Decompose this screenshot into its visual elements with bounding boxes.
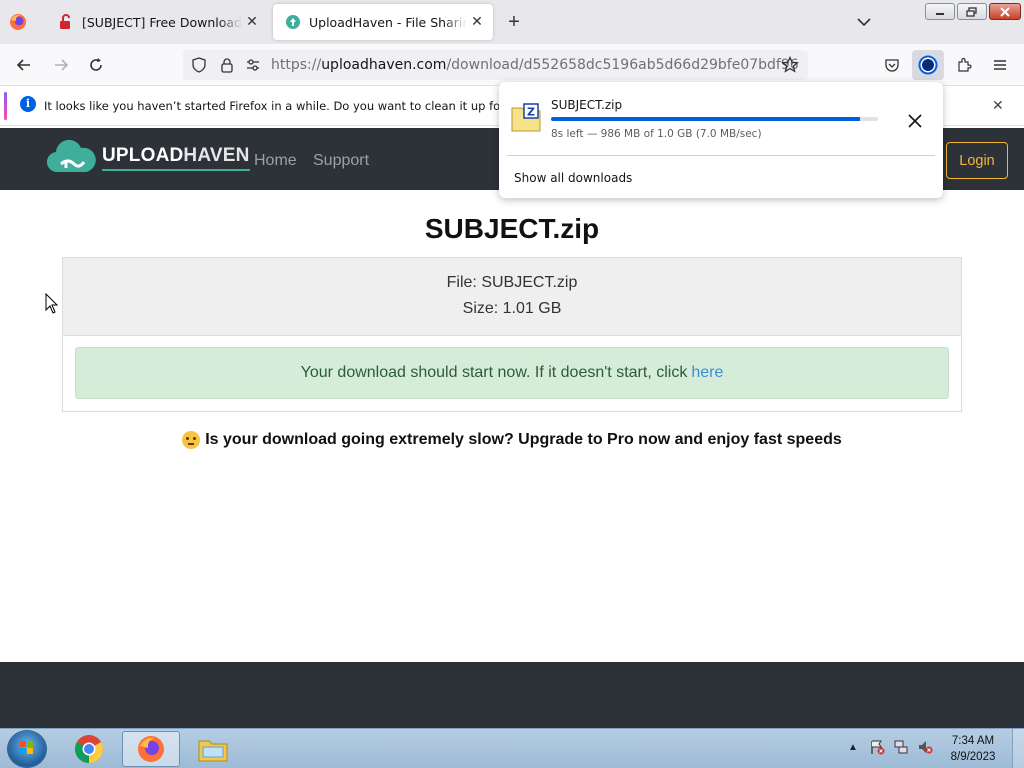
forward-arrow-icon	[55, 59, 69, 71]
nav-home-link[interactable]: Home	[254, 152, 297, 170]
puzzle-piece-icon	[958, 57, 972, 72]
logo-upload: UPLOAD	[102, 145, 184, 166]
download-started-alert: Your download should start now. If it do…	[75, 347, 949, 399]
downloads-button[interactable]	[912, 50, 944, 80]
clock-time: 7:34 AM	[951, 735, 995, 747]
logo-text: UPLOADHAVEN	[102, 145, 250, 171]
page-title: SUBJECT.zip	[424, 213, 600, 244]
windows-logo-icon	[20, 741, 33, 754]
site-footer	[0, 662, 1024, 728]
panel-divider	[507, 155, 935, 156]
tab-title: [SUBJECT] Free Download » STE	[82, 14, 242, 30]
app-menu-button[interactable]	[990, 55, 1010, 75]
chevron-down-icon[interactable]	[854, 12, 874, 32]
download-progress-icon	[918, 55, 938, 75]
upgrade-pro-banner: Is your download going extremely slow? U…	[0, 431, 1024, 449]
system-tray: ▲	[845, 739, 933, 755]
tab-strip: [SUBJECT] Free Download » STE ✕ UploadHa…	[0, 0, 1024, 44]
svg-text:Z: Z	[527, 106, 535, 119]
logo-haven: HAVEN	[183, 145, 250, 166]
reload-icon	[90, 58, 102, 71]
close-icon	[1000, 6, 1010, 17]
lock-icon[interactable]	[219, 57, 235, 73]
url-host: uploadhaven.com	[321, 57, 447, 73]
notification-message: It looks like you haven’t started Firefo…	[44, 99, 549, 113]
manual-download-link[interactable]: here	[691, 364, 723, 382]
restore-icon	[966, 6, 977, 17]
action-center-flag-icon[interactable]	[869, 739, 885, 755]
hamburger-menu-icon	[994, 60, 1006, 70]
window-controls	[925, 3, 1021, 20]
pocket-icon	[885, 59, 899, 72]
info-icon: i	[20, 96, 36, 112]
permissions-icon[interactable]	[245, 57, 261, 73]
restore-button[interactable]	[957, 3, 987, 20]
show-hidden-icons-icon[interactable]: ▲	[845, 739, 861, 755]
download-status: 8s left — 986 MB of 1.0 GB (7.0 MB/sec)	[551, 128, 762, 140]
taskbar-chrome[interactable]	[60, 731, 118, 767]
file-info-card: File: SUBJECT.zip Size: 1.01 GB Your dow…	[62, 257, 962, 412]
window-close-button[interactable]	[989, 3, 1021, 20]
forward-button[interactable]	[51, 55, 71, 75]
close-tab-icon[interactable]: ✕	[242, 12, 262, 32]
chrome-icon	[75, 735, 103, 763]
folder-icon	[198, 740, 228, 762]
pocket-button[interactable]	[882, 55, 902, 75]
back-arrow-icon	[16, 59, 30, 71]
bookmark-star-icon[interactable]	[781, 56, 799, 74]
windows-taskbar: ▲ 7:34 AM 8/9/2023	[0, 728, 1024, 768]
alert-text: Your download should start now. If it do…	[300, 364, 688, 381]
navigation-toolbar: https://uploadhaven.com/download/d552658…	[0, 44, 1024, 86]
tracking-protection-shield-icon[interactable]	[191, 57, 207, 73]
firefox-icon[interactable]	[8, 12, 28, 32]
clock-date: 8/9/2023	[950, 751, 996, 763]
new-tab-button[interactable]: +	[502, 11, 526, 35]
download-progress-fill	[551, 117, 860, 121]
uploadhaven-favicon-icon	[286, 15, 300, 29]
file-size-line: Size: 1.01 GB	[462, 300, 562, 317]
download-progress-bar	[551, 117, 878, 121]
cancel-download-button[interactable]	[904, 110, 926, 132]
upsell-text[interactable]: Is your download going extremely slow? U…	[205, 431, 842, 449]
reload-button[interactable]	[86, 55, 106, 75]
notification-accent	[4, 92, 7, 120]
close-tab-icon[interactable]: ✕	[467, 12, 487, 32]
volume-muted-icon[interactable]	[917, 739, 933, 755]
back-button[interactable]	[14, 55, 34, 75]
cloud-logo-icon	[46, 139, 96, 173]
taskbar-firefox[interactable]	[122, 731, 180, 767]
taskbar-file-explorer[interactable]	[184, 731, 242, 767]
tab-uploadhaven[interactable]: UploadHaven - File Sharing Ma ✕	[273, 4, 493, 40]
tab-title: UploadHaven - File Sharing Ma	[309, 14, 467, 30]
red-lock-favicon-icon	[60, 14, 70, 29]
zip-file-icon: Z	[511, 103, 541, 132]
file-name-line: File: SUBJECT.zip	[446, 274, 578, 291]
file-info-header: File: SUBJECT.zip Size: 1.01 GB	[63, 258, 961, 336]
show-all-downloads-button[interactable]: Show all downloads	[514, 171, 632, 185]
extensions-button[interactable]	[954, 55, 974, 75]
system-clock[interactable]: 7:34 AM 8/9/2023	[940, 733, 1006, 765]
url-scheme: https://	[271, 57, 322, 73]
login-button[interactable]: Login	[946, 142, 1008, 179]
url-bar[interactable]: https://uploadhaven.com/download/d552658…	[183, 50, 808, 80]
nav-support-link[interactable]: Support	[313, 152, 369, 170]
minimize-icon	[936, 12, 944, 15]
firefox-icon	[138, 736, 164, 762]
mouse-cursor-icon	[45, 293, 59, 314]
download-file-name[interactable]: SUBJECT.zip	[551, 98, 622, 112]
start-button[interactable]	[8, 731, 46, 767]
network-icon[interactable]	[893, 739, 909, 755]
url-path: /download/d552658dc5196ab5d66d29bfe07bdf…	[446, 57, 799, 73]
uploadhaven-logo[interactable]: UPLOADHAVEN	[46, 138, 250, 178]
url-text: https://uploadhaven.com/download/d552658…	[271, 57, 799, 73]
show-desktop-button[interactable]	[1012, 729, 1024, 768]
frowning-face-icon	[182, 431, 201, 449]
downloads-panel: Z SUBJECT.zip 8s left — 986 MB of 1.0 GB…	[499, 82, 943, 198]
tab-subject-free-download[interactable]: [SUBJECT] Free Download » STE ✕	[46, 4, 268, 40]
close-icon	[908, 114, 922, 128]
close-icon[interactable]: ✕	[992, 97, 1004, 114]
minimize-button[interactable]	[925, 3, 955, 20]
